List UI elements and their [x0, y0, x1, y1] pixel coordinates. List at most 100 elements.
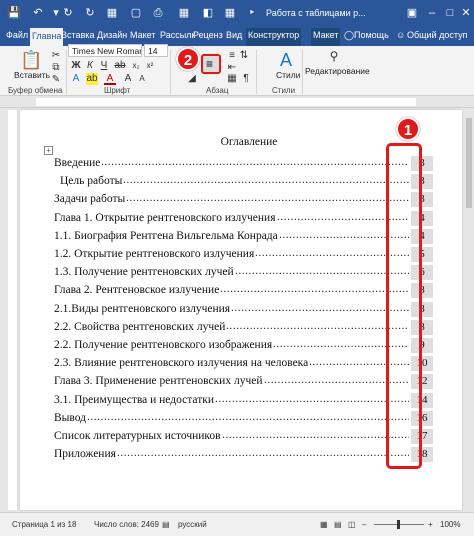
zoom-slider-thumb[interactable] — [397, 520, 400, 529]
toc-entry-text: Введение — [54, 157, 101, 169]
word-count[interactable]: Число слов: 2469 — [94, 520, 159, 529]
divider — [170, 50, 171, 94]
sync-icon[interactable]: ↻ — [82, 5, 98, 21]
cut-icon[interactable]: ✂ — [50, 50, 62, 62]
font-color-icon[interactable]: A — [104, 73, 116, 85]
vertical-scrollbar[interactable] — [464, 108, 474, 512]
toc-dot-leader: ........................................… — [220, 283, 409, 296]
tab-home[interactable]: Главна — [30, 28, 64, 46]
status-bar: Страница 1 из 18 Число слов: 2469 ▤ русс… — [0, 512, 474, 536]
justify-icon: ≡ — [206, 57, 214, 71]
web-layout-icon[interactable]: ◫ — [348, 520, 356, 529]
file-icon[interactable]: ▢ — [128, 5, 144, 21]
strikethrough-icon[interactable]: ab — [114, 60, 126, 72]
page-count[interactable]: Страница 1 из 18 — [12, 520, 76, 529]
print-layout-icon[interactable]: ▤ — [334, 520, 342, 529]
toc-entry-text: 1.1. Биография Рентгена Вильгельма Конра… — [54, 229, 278, 242]
tell-me[interactable]: Помощь — [354, 30, 389, 40]
preview-icon[interactable]: ◧ — [200, 5, 216, 21]
toc-entry-text: 1.3. Получение рентгеновских лучей — [54, 266, 234, 279]
save-icon[interactable]: 💾 — [6, 5, 22, 21]
toc-dot-leader: ........................................… — [126, 192, 409, 205]
table-icon[interactable]: ▦ — [104, 5, 120, 21]
scroll-thumb[interactable] — [466, 118, 472, 208]
toc-entry-text: Цель работы — [60, 175, 123, 188]
read-mode-icon[interactable]: ▦ — [320, 520, 328, 529]
toc-entry-text: 2.2. Свойства рентгеновских лучей — [54, 320, 226, 333]
paste-button[interactable]: Вставить — [14, 70, 50, 80]
toc-entry-text: Глава 1. Открытие рентгеновского излучен… — [54, 211, 276, 224]
restore-icon[interactable]: □ — [442, 5, 458, 21]
toc-dot-leader: ........................................… — [117, 447, 409, 460]
group-font: Шрифт — [104, 86, 131, 95]
table-move-handle[interactable]: + — [44, 146, 53, 155]
annotation-badge-2: 2 — [176, 47, 200, 71]
font-name-select[interactable]: Times New Roman — [68, 44, 142, 57]
tab-review[interactable]: Реценз — [193, 30, 223, 40]
toc-dot-leader: ........................................… — [87, 410, 409, 423]
word-window: 💾 ↶ ▾ ↻ ↻ ▦ ▢ ⎙ ▦ ◧ ▦ ‣ Работа с таблица… — [0, 0, 474, 536]
ribbon-options-icon[interactable]: ▣ — [404, 5, 420, 21]
format-painter-icon[interactable]: ✎ — [50, 74, 62, 86]
vertical-ruler — [8, 110, 18, 510]
search-icon[interactable]: ⚲ — [328, 50, 340, 62]
tab-layout[interactable]: Макет — [130, 30, 155, 40]
text-effects-icon[interactable]: A — [70, 73, 82, 85]
tab-insert[interactable]: Вставка — [61, 30, 94, 40]
editing-button[interactable]: Редактирование — [305, 66, 370, 76]
copy-icon[interactable]: ⧉ — [50, 62, 62, 74]
align-left-icon[interactable]: ≡ — [226, 50, 238, 62]
toc-entry-text: 2.2. Получение рентгеновского изображени… — [54, 339, 273, 351]
minimize-icon[interactable]: – — [424, 5, 440, 21]
redo-icon[interactable]: ↻ — [60, 5, 76, 21]
align-justify-button[interactable]: ≡ — [201, 54, 221, 74]
tab-file[interactable]: Файл — [6, 30, 28, 40]
language[interactable]: русский — [178, 520, 207, 529]
close-icon[interactable]: ✕ — [458, 5, 474, 21]
tab-view[interactable]: Вид — [226, 30, 242, 40]
highlight-color-icon[interactable]: ab — [86, 73, 98, 85]
toc-entry-text: Глава 2. Рентгеновское излучение — [54, 284, 220, 297]
zoom-level[interactable]: 100% — [440, 520, 460, 529]
undo-icon[interactable]: ↶ — [30, 5, 46, 21]
table-grid-icon[interactable]: ▦ — [176, 5, 192, 21]
tab-mailings[interactable]: Рассылк — [160, 30, 195, 40]
ribbon: 📋 Вставить ✂ ⧉ ✎ Times New Roman 14 Ж К … — [0, 44, 474, 96]
borders-icon[interactable]: ▦ — [226, 73, 238, 85]
font-size-select[interactable]: 14 — [144, 44, 168, 57]
print-icon[interactable]: ⎙ — [150, 5, 166, 21]
toc-entry-text: 2.1.Виды рентгеновского излучения — [54, 302, 231, 315]
toc-entry-text: Задачи работы — [54, 193, 126, 206]
toc-dot-leader: ........................................… — [215, 392, 409, 405]
grid-icon[interactable]: ▦ — [222, 5, 238, 21]
styles-icon[interactable]: A — [276, 50, 296, 70]
user-icon: ☺ — [396, 30, 406, 40]
zoom-in-icon[interactable]: + — [428, 520, 433, 529]
toc-entry-text: Приложения — [54, 448, 116, 461]
tab-table-design[interactable]: Конструктор — [246, 28, 302, 46]
zoom-out-icon[interactable]: – — [362, 520, 366, 529]
toc-entry-text: Вывод — [54, 411, 87, 424]
bold-icon[interactable]: Ж — [70, 60, 82, 72]
paste-icon[interactable]: 📋 — [20, 50, 42, 70]
proofing-icon[interactable]: ▤ — [162, 520, 170, 529]
shading-icon[interactable]: ◢ — [186, 73, 198, 85]
tab-table-layout[interactable]: Макет — [311, 28, 341, 46]
shrink-font-icon[interactable]: A — [136, 73, 148, 85]
italic-icon[interactable]: К — [84, 60, 96, 72]
tab-design[interactable]: Дизайн — [97, 30, 127, 40]
share-button[interactable]: Общий доступ — [407, 30, 467, 40]
more-icon[interactable]: ‣ — [244, 5, 260, 21]
toc-dot-leader: ........................................… — [235, 265, 409, 278]
horizontal-ruler — [0, 96, 474, 108]
pilcrow-icon[interactable]: ¶ — [240, 73, 252, 85]
subscript-icon[interactable]: x₂ — [130, 60, 142, 72]
styles-button[interactable]: Стили — [276, 70, 301, 80]
page-numbers-highlight — [386, 143, 422, 469]
grow-font-icon[interactable]: A — [122, 73, 134, 85]
title-bar: 💾 ↶ ▾ ↻ ↻ ▦ ▢ ⎙ ▦ ◧ ▦ ‣ Работа с таблица… — [0, 0, 474, 26]
superscript-icon[interactable]: x² — [144, 60, 156, 72]
underline-icon[interactable]: Ч — [98, 60, 110, 72]
bulb-icon: ◯ — [344, 30, 355, 40]
sort-icon[interactable]: ⇅ — [238, 50, 250, 62]
